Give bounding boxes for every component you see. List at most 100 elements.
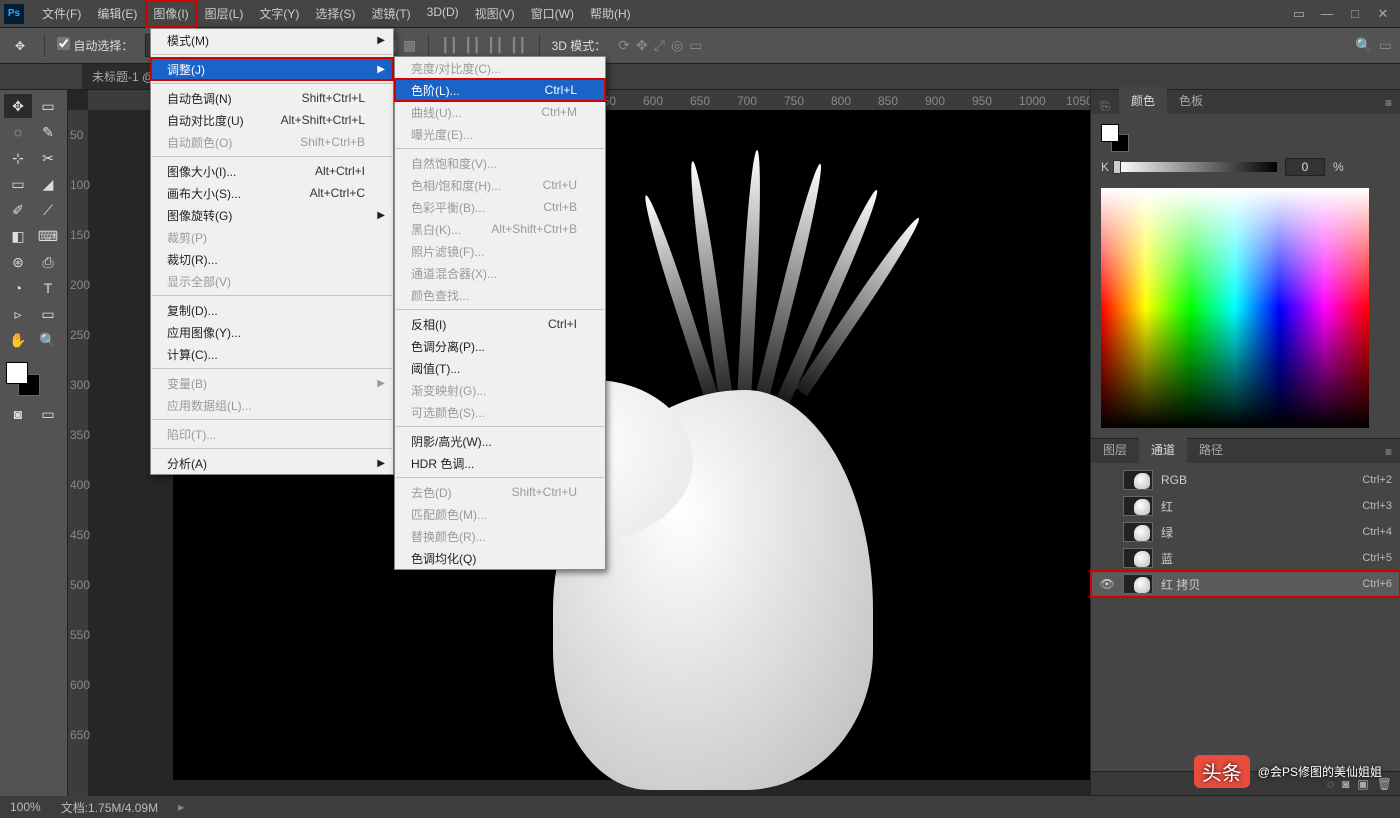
fgbg-swatches[interactable] [1101, 124, 1131, 154]
menu-item[interactable]: 图像旋转(G)▶ [151, 204, 393, 226]
menu-item: 去色(D)Shift+Ctrl+U [395, 481, 605, 503]
tool-6[interactable]: ▭ [4, 172, 32, 196]
channel-name: RGB [1161, 473, 1354, 487]
channel-row[interactable]: 绿Ctrl+4 [1091, 519, 1400, 545]
move-tool-icon: ✥ [8, 34, 32, 58]
menu-item[interactable]: 色调分离(P)... [395, 335, 605, 357]
k-slider[interactable] [1117, 162, 1277, 172]
tool-9[interactable]: ⟋ [34, 198, 62, 222]
menu-item[interactable]: 模式(M)▶ [151, 29, 393, 51]
tool-13[interactable]: ⎙ [34, 250, 62, 274]
tool-2[interactable]: ◌ [4, 120, 32, 144]
tool-18[interactable]: ✋ [4, 328, 32, 352]
menu-item[interactable]: 裁切(R)... [151, 248, 393, 270]
menu-item[interactable]: 自动色调(N)Shift+Ctrl+L [151, 87, 393, 109]
channel-row[interactable]: 👁红 拷贝Ctrl+6 [1091, 571, 1400, 597]
menu-7[interactable]: 3D(D) [419, 0, 467, 28]
menu-item[interactable]: 分析(A)▶ [151, 452, 393, 474]
tab-channels[interactable]: 通道 [1139, 436, 1187, 463]
menu-3[interactable]: 图层(L) [197, 0, 252, 28]
tool-1[interactable]: ▭ [34, 94, 62, 118]
auto-select-checkbox[interactable]: 自动选择： [57, 37, 133, 54]
menu-item: 变量(B)▶ [151, 372, 393, 394]
panel-menu-icon[interactable]: ≡ [1377, 92, 1400, 114]
collapse-icon[interactable]: ⎘ [1091, 99, 1119, 114]
tool-11[interactable]: ⌨ [34, 224, 62, 248]
tool-14[interactable]: ◔ [4, 276, 32, 300]
menu-4[interactable]: 文字(Y) [251, 0, 307, 28]
tool-4[interactable]: ⊹ [4, 146, 32, 170]
menu-item[interactable]: 计算(C)... [151, 343, 393, 365]
menu-item[interactable]: 反相(I)Ctrl+I [395, 313, 605, 335]
menu-0[interactable]: 文件(F) [34, 0, 89, 28]
channel-row[interactable]: 红Ctrl+3 [1091, 493, 1400, 519]
visibility-icon[interactable]: 👁 [1099, 577, 1115, 591]
search-icon[interactable]: 🔍 [1355, 37, 1372, 54]
tool-19[interactable]: 🔍 [34, 328, 62, 352]
channel-row[interactable]: RGBCtrl+2 [1091, 467, 1400, 493]
workspace-button[interactable]: ▭ [1286, 5, 1312, 23]
menu-1[interactable]: 编辑(E) [89, 0, 145, 28]
channel-thumb [1123, 548, 1153, 568]
tab-color[interactable]: 颜色 [1119, 87, 1167, 114]
tab-paths[interactable]: 路径 [1187, 436, 1235, 463]
tool-10[interactable]: ◧ [4, 224, 32, 248]
screenmode-button[interactable]: ▭ [34, 402, 62, 426]
menu-item[interactable]: 自动对比度(U)Alt+Shift+Ctrl+L [151, 109, 393, 131]
k-unit: % [1333, 160, 1344, 174]
tab-swatches[interactable]: 色板 [1167, 87, 1215, 114]
channel-name: 红 拷贝 [1161, 576, 1354, 593]
menu-item[interactable]: 阴影/高光(W)... [395, 430, 605, 452]
tool-7[interactable]: ◢ [34, 172, 62, 196]
channel-thumb [1123, 574, 1153, 594]
menu-item: 替换颜色(R)... [395, 525, 605, 547]
color-spectrum[interactable] [1101, 188, 1369, 428]
app-logo: Ps [4, 4, 24, 24]
channel-shortcut: Ctrl+4 [1362, 526, 1392, 538]
menu-item[interactable]: 图像大小(I)...Alt+Ctrl+I [151, 160, 393, 182]
tool-12[interactable]: ⊛ [4, 250, 32, 274]
menu-9[interactable]: 窗口(W) [523, 0, 582, 28]
tool-8[interactable]: ✐ [4, 198, 32, 222]
tool-3[interactable]: ✎ [34, 120, 62, 144]
menu-item[interactable]: 色阶(L)...Ctrl+L [395, 79, 605, 101]
k-label: K [1101, 160, 1109, 174]
menu-6[interactable]: 滤镜(T) [363, 0, 418, 28]
distribute-icons[interactable]: ┃┃┃┃┃┃┃┃ [441, 37, 526, 54]
maximize-button[interactable]: □ [1342, 5, 1368, 23]
menu-item: 曝光度(E)... [395, 123, 605, 145]
menu-10[interactable]: 帮助(H) [582, 0, 639, 28]
tool-15[interactable]: T [34, 276, 62, 300]
menu-item[interactable]: 应用图像(Y)... [151, 321, 393, 343]
mode3d-label: 3D 模式： [552, 37, 607, 54]
menu-item[interactable]: 色调均化(Q) [395, 547, 605, 569]
menu-item[interactable]: 画布大小(S)...Alt+Ctrl+C [151, 182, 393, 204]
channel-thumb [1123, 470, 1153, 490]
quickmask-button[interactable]: ◙ [4, 402, 32, 426]
color-panel: ⎘ 颜色 色板 ≡ K 0 % [1091, 90, 1400, 439]
panel-menu-icon[interactable]: ≡ [1377, 441, 1400, 463]
channel-row[interactable]: 蓝Ctrl+5 [1091, 545, 1400, 571]
tab-layers[interactable]: 图层 [1091, 436, 1139, 463]
menu-8[interactable]: 视图(V) [467, 0, 523, 28]
channel-thumb [1123, 496, 1153, 516]
watermark: 头条 @会PS修图的美仙姐姐 [1194, 755, 1382, 788]
menu-5[interactable]: 选择(S) [307, 0, 363, 28]
k-value[interactable]: 0 [1285, 158, 1325, 176]
menu-item[interactable]: 复制(D)... [151, 299, 393, 321]
tool-5[interactable]: ✂ [34, 146, 62, 170]
minimize-button[interactable]: — [1314, 5, 1340, 23]
ruler-vertical: 50100150200250300350400450500550600650 [68, 110, 88, 796]
tool-17[interactable]: ▭ [34, 302, 62, 326]
menu-item[interactable]: HDR 色调... [395, 452, 605, 474]
menu-2[interactable]: 图像(I) [145, 0, 196, 28]
tool-16[interactable]: ▹ [4, 302, 32, 326]
zoom-level[interactable]: 100% [10, 800, 41, 814]
workspace-icon[interactable]: ▭ [1379, 37, 1392, 54]
color-swatches[interactable] [4, 360, 63, 396]
close-button[interactable]: ✕ [1370, 5, 1396, 23]
tool-0[interactable]: ✥ [4, 94, 32, 118]
mode3d-icons[interactable]: ⟳✥⤢◎▭ [618, 37, 702, 54]
menu-item[interactable]: 阈值(T)... [395, 357, 605, 379]
menu-item[interactable]: 调整(J)▶ [151, 58, 393, 80]
